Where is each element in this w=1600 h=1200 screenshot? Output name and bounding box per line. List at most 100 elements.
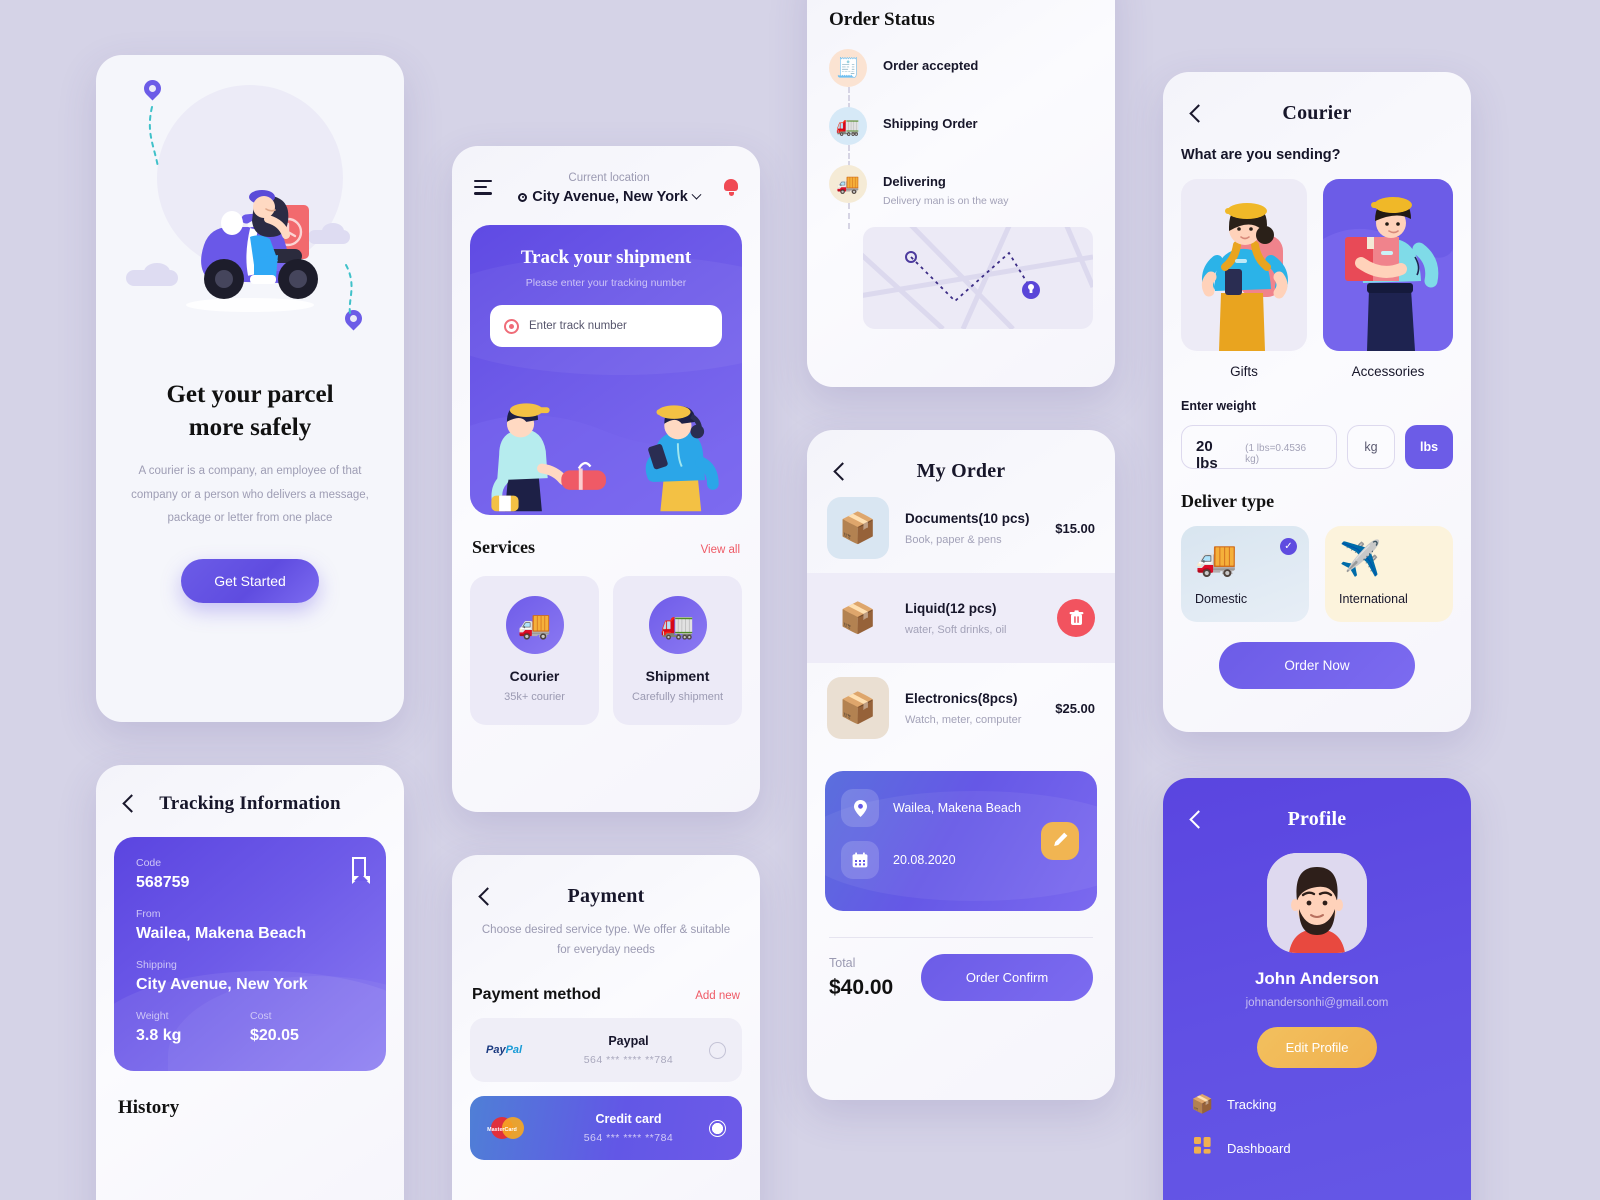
payment-method-header: Payment method Add new xyxy=(472,986,740,1004)
hero-title: Track your shipment xyxy=(520,247,692,268)
screens-canvas: Get your parcel more safely A courier is… xyxy=(0,0,1600,1200)
menu-item-label: Dashboard xyxy=(1227,1140,1291,1156)
truck-icon: 🚚 xyxy=(505,596,564,654)
category-card-accessories[interactable]: Accessories xyxy=(1323,179,1453,379)
services-title: Services xyxy=(472,537,535,557)
step-text: Delivering Delivery man is on the way xyxy=(883,165,1008,207)
profile-header: Profile xyxy=(1163,778,1471,831)
get-started-button[interactable]: Get Started xyxy=(181,558,319,603)
weight-label: Enter weight xyxy=(1181,399,1257,413)
step-label: Shipping Order xyxy=(883,116,978,131)
package-icon: 📦 xyxy=(827,497,889,559)
view-all-link[interactable]: View all xyxy=(701,544,740,556)
order-footer: Total $40.00 Order Confirm xyxy=(807,938,1115,1001)
order-item-desc: Book, paper & pens xyxy=(905,533,1002,546)
order-item-name: Liquid(12 pcs) xyxy=(905,600,997,616)
airplane-icon: ✈️ xyxy=(1339,540,1382,578)
payment-method-credit-card[interactable]: MasterCard Credit card 564 *** **** **78… xyxy=(470,1096,742,1161)
svg-text:MasterCard: MasterCard xyxy=(487,1127,517,1133)
loaded-truck-icon: 🚛 xyxy=(829,107,867,145)
delivery-truck-icon: 🚚 xyxy=(829,165,867,203)
chevron-down-icon[interactable] xyxy=(691,189,702,200)
notification-bell-icon[interactable] xyxy=(724,178,738,196)
category-card-gifts[interactable]: Gifts xyxy=(1181,179,1307,379)
edit-delivery-button[interactable] xyxy=(1041,822,1079,860)
add-new-link[interactable]: Add new xyxy=(695,990,740,1002)
history-title: History xyxy=(118,1097,180,1118)
code-value: 568759 xyxy=(136,874,190,891)
step-connector xyxy=(847,145,850,167)
delete-item-button[interactable] xyxy=(1057,599,1095,637)
menu-item-tracking[interactable]: 📦 Tracking xyxy=(1191,1094,1471,1115)
page-title: My Order xyxy=(916,460,1006,482)
status-step: 🚛 Shipping Order xyxy=(829,107,1115,167)
current-location[interactable]: Current location City Avenue, New York xyxy=(494,172,724,205)
calendar-icon xyxy=(841,841,879,879)
shipping-value: City Avenue, New York xyxy=(136,976,308,993)
service-card-shipment[interactable]: 🚛 Shipment Carefully shipment xyxy=(613,576,742,725)
weight-input[interactable]: 20 lbs (1 lbs=0.4536 kg) xyxy=(1181,425,1337,472)
male-courier-figure xyxy=(1323,197,1453,351)
back-icon[interactable] xyxy=(829,461,851,483)
deliver-type-label: International xyxy=(1339,592,1408,606)
order-item-price: $15.00 xyxy=(1055,520,1095,536)
unit-kg-button[interactable]: kg xyxy=(1347,425,1395,469)
code-label: Code xyxy=(136,857,162,869)
order-confirm-button[interactable]: Order Confirm xyxy=(921,954,1093,1001)
total-value: $40.00 xyxy=(829,975,894,999)
edit-profile-button[interactable]: Edit Profile xyxy=(1257,1027,1377,1068)
status-step: 🧾 Order accepted xyxy=(829,49,1115,109)
delivery-date-value: 20.08.2020 xyxy=(893,853,956,867)
deliver-type-label: Domestic xyxy=(1195,592,1248,606)
payment-method-name: Credit card xyxy=(595,1112,662,1127)
service-card-courier[interactable]: 🚚 Courier 35k+ courier xyxy=(470,576,599,725)
payment-method-paypal[interactable]: Pay Pal Paypal 564 *** **** **784 xyxy=(470,1018,742,1083)
mastercard-logo-icon: MasterCard xyxy=(486,1115,548,1141)
scooter-courier-illustration xyxy=(186,190,318,312)
back-icon[interactable] xyxy=(1185,809,1207,831)
service-title: Courier xyxy=(509,668,560,684)
location-pin-icon xyxy=(841,789,879,827)
status-step: 🚚 Delivering Delivery man is on the way xyxy=(829,165,1115,229)
hamburger-menu-icon[interactable] xyxy=(474,180,494,199)
package-icon: 📦 xyxy=(1191,1094,1214,1114)
track-input-placeholder: Enter track number xyxy=(529,320,627,332)
step-label: Delivering xyxy=(883,174,946,189)
step-text: Shipping Order xyxy=(883,107,978,131)
my-order-header: My Order xyxy=(807,430,1115,483)
deliver-type-international[interactable]: ✈️ International xyxy=(1325,526,1453,622)
page-title: Get your parcel more safely xyxy=(96,379,404,444)
service-title: Shipment xyxy=(645,668,710,684)
credit-card-radio[interactable] xyxy=(709,1119,726,1137)
track-shipment-hero: Track your shipment Please enter your tr… xyxy=(470,225,742,515)
current-location-value-row: City Avenue, New York xyxy=(494,189,724,205)
package-icon: 📦 xyxy=(839,601,877,635)
back-icon[interactable] xyxy=(118,793,140,815)
onboarding-illustration xyxy=(96,55,404,375)
delivery-route-map[interactable] xyxy=(863,227,1093,329)
deliver-type-domestic[interactable]: ✓ 🚚 Domestic xyxy=(1181,526,1309,622)
service-subtitle: 35k+ courier xyxy=(504,691,565,703)
delivery-details-card: Wailea, Makena Beach 20.08.2020 xyxy=(825,771,1097,911)
payment-method-name: Paypal xyxy=(608,1034,649,1049)
step-connector xyxy=(847,203,850,229)
payment-card-number: 564 *** **** **784 xyxy=(583,1132,674,1145)
user-avatar-illustration xyxy=(1267,853,1367,953)
paypal-radio[interactable] xyxy=(709,1041,726,1059)
step-label: Order accepted xyxy=(883,58,979,73)
order-item-row[interactable]: 📦 Electronics(8pcs) Watch, meter, comput… xyxy=(807,663,1115,753)
profile-screen: Profile John Anderson johnandersonhi@gma… xyxy=(1163,778,1471,1200)
page-title: Tracking Information xyxy=(159,793,341,814)
courier-header: Courier xyxy=(1163,72,1471,125)
track-number-input[interactable]: Enter track number xyxy=(490,305,722,347)
tracking-header: Tracking Information xyxy=(96,765,404,815)
my-order-screen: My Order 📦 Documents(10 pcs) Book, paper… xyxy=(807,430,1115,1100)
back-icon[interactable] xyxy=(474,886,496,908)
unit-lbs-button[interactable]: lbs xyxy=(1405,425,1453,469)
order-item-row[interactable]: 📦 Liquid(12 pcs) water, Soft drinks, oil xyxy=(807,573,1115,663)
menu-item-dashboard[interactable]: Dashboard xyxy=(1191,1137,1471,1159)
order-now-button[interactable]: Order Now xyxy=(1219,642,1415,689)
check-circle-icon: ✓ xyxy=(1280,538,1297,555)
back-icon[interactable] xyxy=(1185,103,1207,125)
order-item-row[interactable]: 📦 Documents(10 pcs) Book, paper & pens $… xyxy=(807,483,1115,573)
